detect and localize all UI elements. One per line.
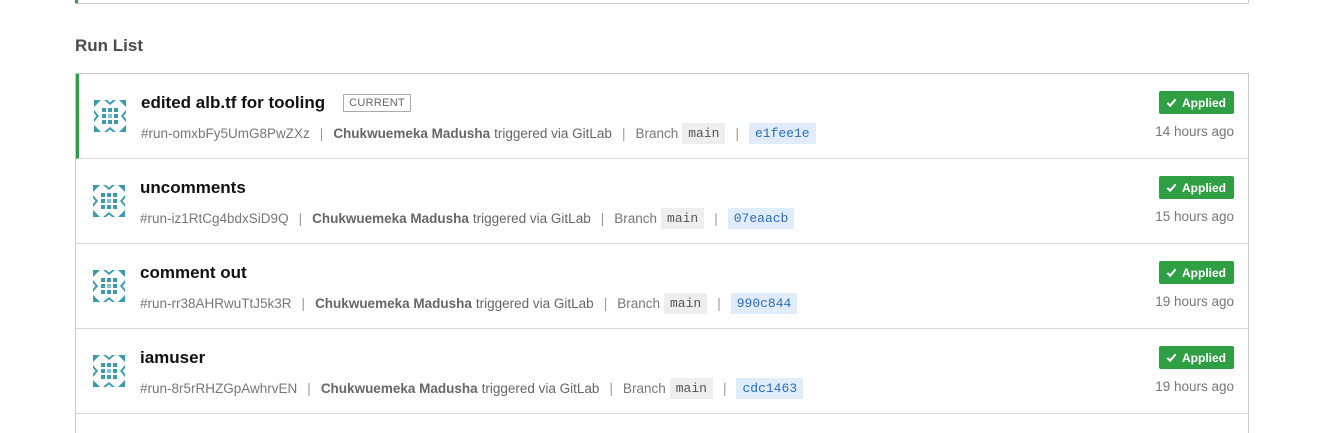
- run-id-link[interactable]: #run-omxbFy5UmG8PwZXz: [141, 126, 310, 141]
- status-badge: Applied: [1159, 176, 1234, 199]
- run-id-link[interactable]: #run-rr38AHRwuTtJ5k3R: [140, 296, 292, 311]
- run-author: Chukwuemeka Madusha: [312, 211, 469, 226]
- run-timestamp: 19 hours ago: [1155, 379, 1234, 394]
- branch-name: main: [663, 293, 708, 314]
- run-row[interactable]: edited alb.tf for tooling CURRENT #run-o…: [76, 74, 1248, 159]
- separator: |: [301, 296, 306, 311]
- status-label: Applied: [1182, 95, 1226, 110]
- run-title[interactable]: uncomments: [140, 178, 246, 198]
- run-title[interactable]: comment out: [140, 263, 247, 283]
- run-timestamp: 19 hours ago: [1155, 294, 1234, 309]
- run-row[interactable]: uncomments #run-iz1RtCg4bdxSiD9Q | Chukw…: [76, 159, 1248, 244]
- trigger-text: triggered via GitLab: [472, 211, 591, 226]
- status-label: Applied: [1182, 350, 1226, 365]
- status-badge: Applied: [1159, 261, 1234, 284]
- section-title: Run List: [75, 36, 143, 55]
- separator: |: [298, 211, 303, 226]
- run-timestamp: 14 hours ago: [1155, 124, 1234, 139]
- previous-card: [75, 0, 1249, 4]
- trigger-text: triggered via GitLab: [475, 296, 594, 311]
- run-row[interactable]: iamuser #run-8r5rRHZGpAwhrvEN | Chukwuem…: [76, 329, 1248, 414]
- run-title[interactable]: edited alb.tf for tooling: [141, 93, 325, 113]
- user-avatar-icon: [94, 100, 126, 132]
- branch-name: main: [669, 378, 713, 399]
- trigger-text: triggered via GitLab: [494, 126, 612, 141]
- check-icon: [1166, 353, 1177, 363]
- status-label: Applied: [1182, 180, 1226, 195]
- run-row[interactable]: comment out #run-rr38AHRwuTtJ5k3R | Chuk…: [76, 244, 1248, 329]
- separator: |: [603, 296, 608, 311]
- trigger-text: triggered via GitLab: [481, 381, 600, 396]
- branch-label: Branch: [622, 381, 666, 396]
- commit-sha-link[interactable]: cdc1463: [736, 378, 804, 399]
- run-author: Chukwuemeka Madusha: [315, 296, 472, 311]
- branch-label: Branch: [617, 296, 660, 311]
- run-timestamp: 15 hours ago: [1155, 209, 1234, 224]
- check-icon: [1166, 183, 1177, 193]
- status-badge: Applied: [1159, 91, 1234, 114]
- check-icon: [1166, 268, 1177, 278]
- commit-sha-link[interactable]: e1fee1e: [748, 123, 816, 144]
- status-badge: Applied: [1159, 346, 1234, 369]
- separator: |: [714, 211, 718, 226]
- user-avatar-icon: [93, 185, 125, 217]
- commit-sha-link[interactable]: 07eaacb: [727, 208, 795, 229]
- branch-name: main: [682, 123, 726, 144]
- branch-label: Branch: [614, 211, 658, 226]
- current-badge: CURRENT: [343, 94, 412, 112]
- separator: |: [307, 381, 311, 396]
- branch-name: main: [661, 208, 705, 229]
- separator: |: [319, 126, 324, 141]
- separator: |: [609, 381, 613, 396]
- run-id-link[interactable]: #run-iz1RtCg4bdxSiD9Q: [140, 211, 289, 226]
- user-avatar-icon: [93, 355, 125, 387]
- separator: |: [722, 381, 727, 396]
- check-icon: [1166, 98, 1177, 108]
- separator: |: [735, 126, 739, 141]
- user-avatar-icon: [93, 270, 125, 302]
- run-list: edited alb.tf for tooling CURRENT #run-o…: [75, 73, 1249, 433]
- separator: |: [600, 211, 605, 226]
- separator: |: [717, 296, 721, 311]
- run-title[interactable]: iamuser: [140, 348, 205, 368]
- separator: |: [621, 126, 626, 141]
- run-author: Chukwuemeka Madusha: [333, 126, 491, 141]
- run-author: Chukwuemeka Madusha: [320, 381, 478, 396]
- branch-label: Branch: [635, 126, 679, 141]
- run-id-link[interactable]: #run-8r5rRHZGpAwhrvEN: [140, 381, 297, 396]
- commit-sha-link[interactable]: 990c844: [730, 293, 798, 314]
- status-label: Applied: [1182, 265, 1226, 280]
